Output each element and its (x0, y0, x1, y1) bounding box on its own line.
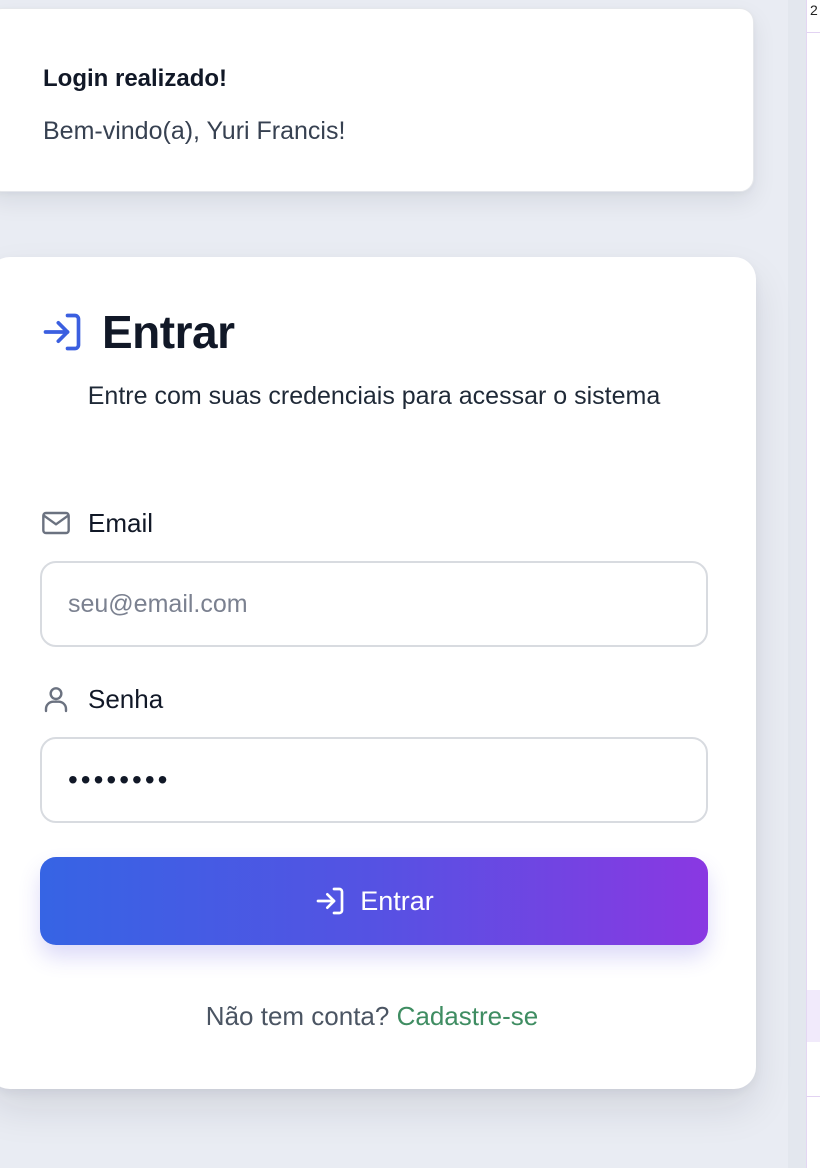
signup-link[interactable]: Cadastre-se (397, 1001, 539, 1031)
side-panel-divider (807, 32, 820, 33)
email-label: Email (40, 507, 153, 539)
side-panel-band (807, 990, 820, 1042)
login-submit-label: Entrar (360, 885, 434, 916)
login-card: Entrar Entre com suas credenciais para a… (0, 257, 756, 1089)
email-label-text: Email (88, 507, 154, 538)
password-label-text: Senha (88, 683, 164, 714)
toast-message: Bem-vindo(a), Yuri Francis! (43, 117, 346, 145)
password-field[interactable] (40, 737, 708, 823)
side-panel-fragment: 2 (810, 2, 818, 18)
card-header: Entrar (40, 305, 235, 359)
password-label: Senha (40, 683, 163, 715)
side-gutter (788, 0, 806, 1168)
page: 2 Login realizado! Bem-vindo(a), Yuri Fr… (0, 0, 820, 1168)
user-icon (44, 687, 68, 713)
toast-notification: Login realizado! Bem-vindo(a), Yuri Fran… (0, 8, 754, 192)
side-panel-divider (807, 1096, 820, 1097)
email-field[interactable] (40, 561, 708, 647)
signup-prompt: Não tem conta? (205, 1001, 397, 1031)
login-submit-button[interactable]: Entrar (40, 857, 708, 945)
login-arrow-icon (316, 887, 344, 915)
login-arrow-icon (43, 313, 81, 351)
side-panel: 2 (806, 0, 820, 1168)
signup-row: Não tem conta? Cadastre-se (0, 1001, 756, 1032)
page-title: Entrar (102, 306, 235, 358)
login-description: Entre com suas credenciais para acessar … (87, 382, 661, 410)
mail-icon (42, 511, 70, 535)
toast-title: Login realizado! (43, 65, 228, 92)
